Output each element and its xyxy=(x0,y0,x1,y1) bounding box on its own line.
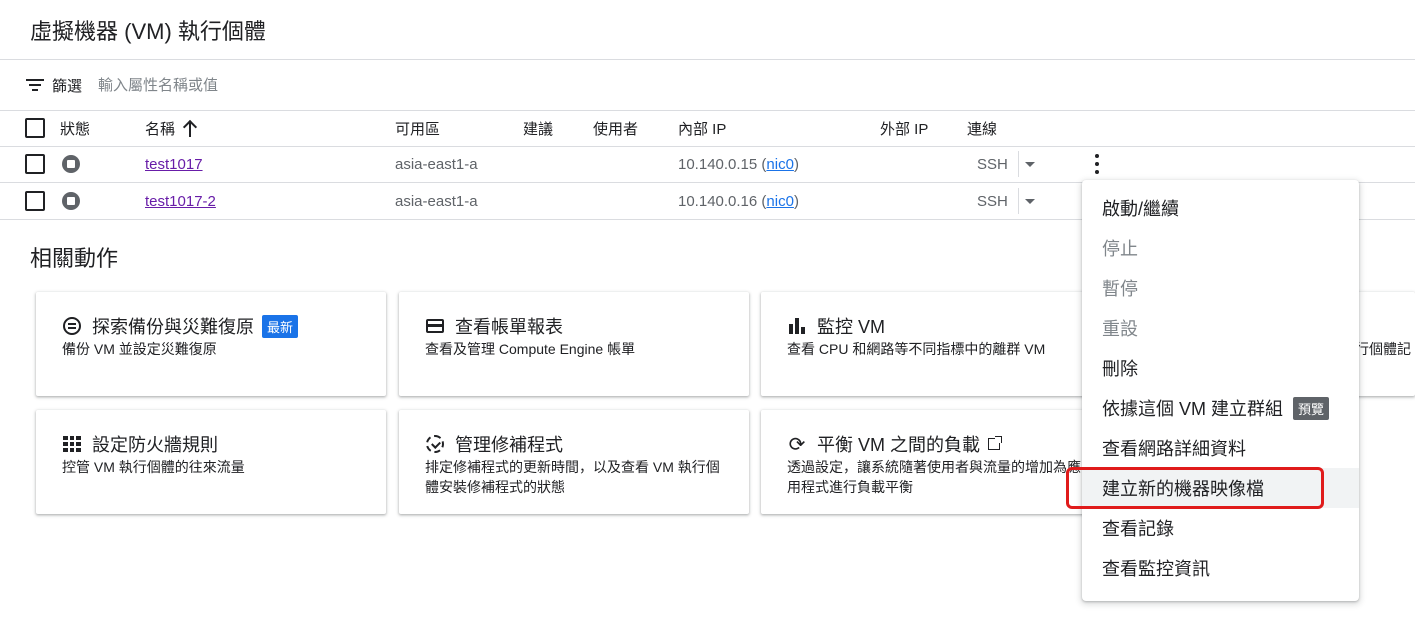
column-recommendation[interactable]: 建議 xyxy=(523,110,553,146)
header-divider xyxy=(0,59,1415,60)
menu-item-stop: 停止 xyxy=(1082,228,1359,268)
card-firewall[interactable]: 設定防火牆規則 控管 VM 執行個體的往來流量 xyxy=(36,410,386,514)
ssh-button[interactable]: SSH xyxy=(977,183,1008,219)
vm-zone: asia-east1-a xyxy=(395,192,478,210)
card-patch[interactable]: 管理修補程式 排定修補程式的更新時間，以及查看 VM 執行個體安裝修補程式的狀態 xyxy=(399,410,749,514)
sort-ascending-icon[interactable] xyxy=(183,119,197,137)
column-name-label: 名稱 xyxy=(145,120,176,138)
internal-ip-text: 10.140.0.16 ( xyxy=(678,192,767,210)
backup-icon xyxy=(63,317,81,335)
stopped-status-icon xyxy=(62,155,80,173)
card-title: 探索備份與災難復原 xyxy=(92,317,254,337)
stopped-status-icon xyxy=(62,192,80,210)
menu-item-label: 查看監控資訊 xyxy=(1102,559,1210,579)
ssh-split-divider xyxy=(1018,188,1019,214)
column-in-use-by[interactable]: 使用者 xyxy=(593,110,638,146)
card-title: 平衡 VM 之間的負載 xyxy=(817,435,981,455)
external-link-icon xyxy=(988,436,1003,450)
card-description: 控管 VM 執行個體的往來流量 xyxy=(62,459,245,475)
billing-icon xyxy=(426,319,444,333)
menu-item-label: 依據這個 VM 建立群組 xyxy=(1102,399,1284,419)
ssh-button[interactable]: SSH xyxy=(977,146,1008,182)
bar-chart-icon xyxy=(789,318,805,334)
vm-name-link[interactable]: test1017 xyxy=(145,156,203,173)
firewall-icon xyxy=(63,436,81,452)
column-status[interactable]: 狀態 xyxy=(60,110,90,146)
menu-item-view-monitoring[interactable]: 查看監控資訊 xyxy=(1082,548,1359,588)
new-badge: 最新 xyxy=(262,314,299,338)
menu-item-create-group[interactable]: 依據這個 VM 建立群組 預覽 xyxy=(1082,388,1359,428)
table-row: test1017 asia-east1-a 10.140.0.15 (nic0)… xyxy=(0,146,1415,182)
menu-item-suspend: 暫停 xyxy=(1082,268,1359,308)
menu-item-label: 刪除 xyxy=(1102,359,1138,379)
menu-item-view-logs[interactable]: 查看記錄 xyxy=(1082,508,1359,548)
menu-item-start-resume[interactable]: 啟動/繼續 xyxy=(1082,188,1359,228)
select-all-checkbox[interactable] xyxy=(25,118,45,138)
page-title: 虛擬機器 (VM) 執行個體 xyxy=(30,19,266,44)
card-title: 設定防火牆規則 xyxy=(92,435,218,455)
menu-item-label: 停止 xyxy=(1102,239,1138,259)
patch-icon xyxy=(426,435,444,453)
vm-internal-ip: 10.140.0.16 (nic0) xyxy=(678,183,799,219)
nic-link[interactable]: nic0 xyxy=(766,193,794,210)
row-checkbox[interactable] xyxy=(25,154,45,174)
load-balance-icon: ⟳ xyxy=(788,432,806,456)
card-billing[interactable]: 查看帳單報表 查看及管理 Compute Engine 帳單 xyxy=(399,292,749,396)
card-monitor-vm[interactable]: 監控 VM 查看 CPU 和網路等不同指標中的離群 VM xyxy=(761,292,1111,396)
filter-icon[interactable] xyxy=(26,78,44,92)
menu-item-reset: 重設 xyxy=(1082,308,1359,348)
filter-label[interactable]: 篩選 xyxy=(52,75,82,96)
column-connect[interactable]: 連線 xyxy=(967,110,997,146)
highlight-annotation xyxy=(1066,467,1324,509)
menu-item-label: 查看記錄 xyxy=(1102,519,1174,539)
card-description: 行個體記 xyxy=(1355,341,1411,357)
card-description: 查看 CPU 和網路等不同指標中的離群 VM xyxy=(787,341,1046,357)
internal-ip-close: ) xyxy=(793,155,799,173)
card-description: 查看及管理 Compute Engine 帳單 xyxy=(425,341,636,357)
card-title: 管理修補程式 xyxy=(455,435,563,455)
filter-bar: 篩選 xyxy=(26,74,399,96)
vm-internal-ip: 10.140.0.15 (nic0) xyxy=(678,146,799,182)
menu-item-label: 暫停 xyxy=(1102,279,1138,299)
menu-item-network-details[interactable]: 查看網路詳細資料 xyxy=(1082,428,1359,468)
nic-link[interactable]: nic0 xyxy=(766,156,794,173)
menu-item-label: 查看網路詳細資料 xyxy=(1102,439,1246,459)
card-title: 監控 VM xyxy=(817,317,886,337)
column-external-ip[interactable]: 外部 IP xyxy=(880,110,928,146)
card-title: 查看帳單報表 xyxy=(455,317,563,337)
column-zone[interactable]: 可用區 xyxy=(395,110,440,146)
menu-item-label: 啟動/繼續 xyxy=(1102,199,1180,219)
card-backup-dr[interactable]: 探索備份與災難復原 最新 備份 VM 並設定災難復原 xyxy=(36,292,386,396)
preview-badge: 預覽 xyxy=(1293,396,1330,420)
card-description: 備份 VM 並設定災難復原 xyxy=(62,341,217,357)
vm-actions-menu: 啟動/繼續 停止 暫停 重設 刪除 依據這個 VM 建立群組 預覽 查看網路詳細… xyxy=(1082,180,1359,601)
column-internal-ip[interactable]: 內部 IP xyxy=(678,110,726,146)
row-checkbox[interactable] xyxy=(25,191,45,211)
ssh-split-divider xyxy=(1018,151,1019,177)
internal-ip-close: ) xyxy=(793,192,799,210)
card-description: 透過設定，讓系統隨著使用者與流量的增加為應用程式進行負載平衡 xyxy=(787,459,1081,495)
menu-item-label: 重設 xyxy=(1102,319,1138,339)
ssh-dropdown-icon[interactable] xyxy=(1025,161,1035,167)
table-header: 狀態 名稱 可用區 建議 使用者 內部 IP 外部 IP 連線 xyxy=(0,110,1415,146)
vm-name-link[interactable]: test1017-2 xyxy=(145,193,216,210)
related-actions-title: 相關動作 xyxy=(30,246,119,271)
ssh-dropdown-icon[interactable] xyxy=(1025,198,1035,204)
vm-zone: asia-east1-a xyxy=(395,155,478,173)
internal-ip-text: 10.140.0.15 ( xyxy=(678,155,767,173)
filter-input[interactable] xyxy=(98,76,399,94)
column-name[interactable]: 名稱 xyxy=(145,110,197,146)
menu-item-delete[interactable]: 刪除 xyxy=(1082,348,1359,388)
more-actions-icon[interactable] xyxy=(1095,154,1099,174)
card-description: 排定修補程式的更新時間，以及查看 VM 執行個體安裝修補程式的狀態 xyxy=(425,459,720,495)
card-load-balance[interactable]: ⟳ 平衡 VM 之間的負載 透過設定，讓系統隨著使用者與流量的增加為應用程式進行… xyxy=(761,410,1111,514)
